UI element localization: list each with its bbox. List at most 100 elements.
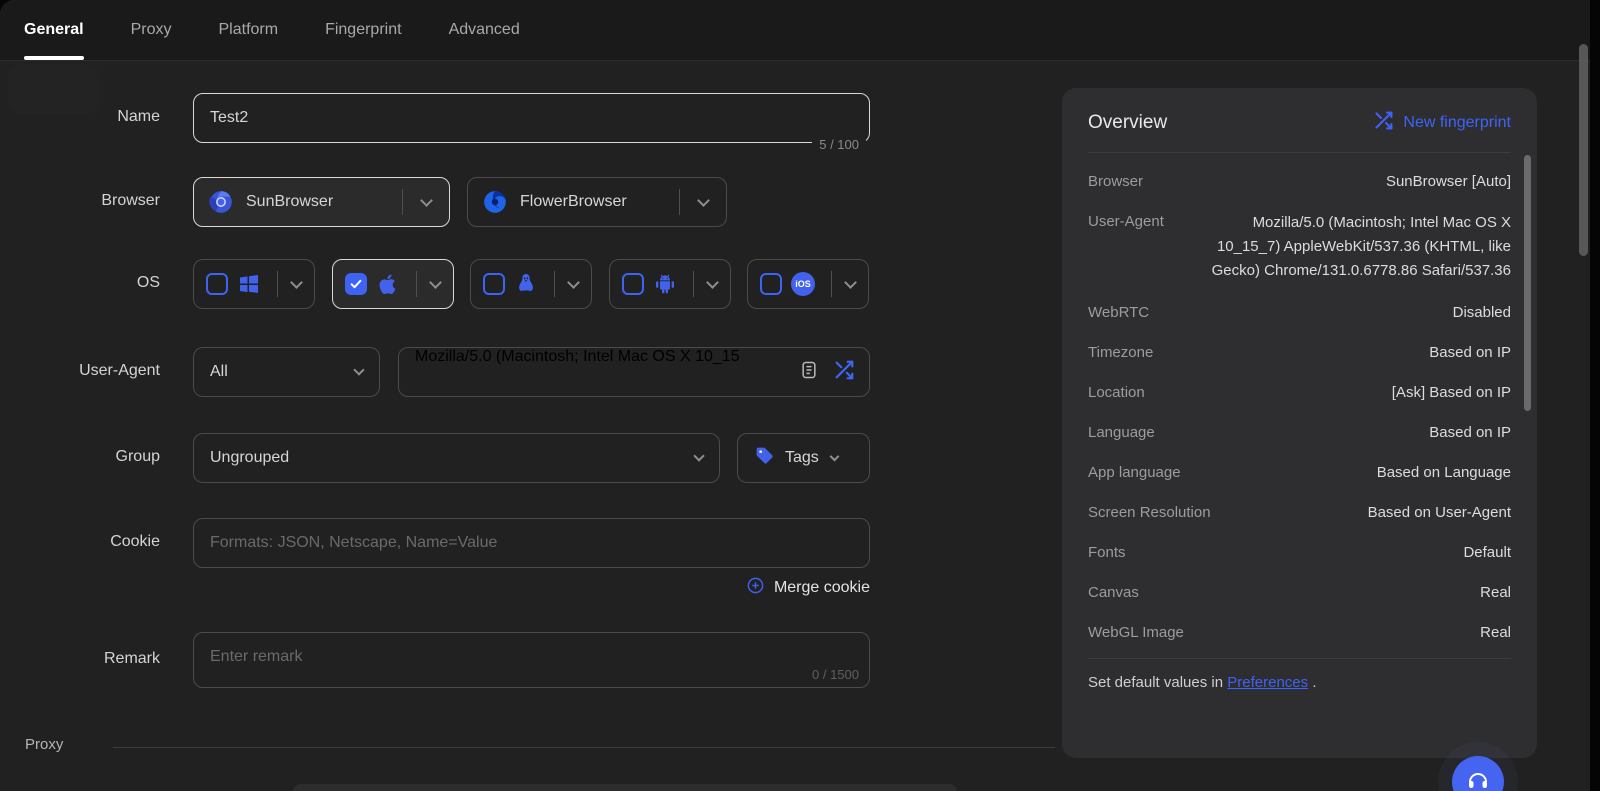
os-option-macos[interactable] [332, 259, 454, 309]
chevron-down-icon [697, 194, 710, 207]
overview-row-app-language: App language Based on Language [1088, 452, 1511, 492]
tab-fingerprint[interactable]: Fingerprint [325, 0, 401, 60]
group-select[interactable]: Ungrouped [193, 433, 720, 483]
name-label: Name [0, 108, 160, 126]
proxy-section-divider [113, 747, 1055, 748]
macos-checkbox[interactable] [345, 273, 367, 295]
chevron-down-icon [420, 194, 433, 207]
apple-icon [376, 272, 400, 296]
overview-row-timezone: Timezone Based on IP [1088, 332, 1511, 372]
tags-dropdown[interactable]: Tags [737, 433, 870, 483]
overview-panel: Overview New fingerprint Browser SunBrow… [1062, 88, 1537, 758]
remark-counter: 0 / 1500 [812, 667, 859, 682]
macos-version-dropdown[interactable] [417, 260, 453, 308]
windows-icon [237, 272, 261, 296]
headset-icon [1466, 768, 1490, 791]
browser-option-flowerbrowser[interactable]: FlowerBrowser [467, 177, 727, 227]
browser-version-dropdown[interactable] [403, 178, 449, 226]
ios-checkbox[interactable] [760, 273, 782, 295]
flowerbrowser-logo-icon [482, 189, 508, 215]
tab-platform[interactable]: Platform [219, 0, 279, 60]
preferences-link[interactable]: Preferences [1227, 674, 1308, 691]
proxy-section-label: Proxy [25, 736, 63, 753]
plus-circle-icon [746, 576, 765, 600]
check-icon [349, 277, 363, 291]
chevron-down-icon [844, 276, 857, 289]
merge-cookie-button[interactable]: Merge cookie [600, 576, 870, 600]
overview-row-webrtc: WebRTC Disabled [1088, 292, 1511, 332]
cookie-input[interactable] [193, 518, 870, 568]
ios-icon: iOS [791, 272, 815, 296]
overview-row-screen-resolution: Screen Resolution Based on User-Agent [1088, 492, 1511, 532]
windows-version-dropdown[interactable] [278, 260, 314, 308]
group-label: Group [0, 448, 160, 466]
sunbrowser-logo-icon [208, 189, 234, 215]
overview-row-canvas: Canvas Real [1088, 572, 1511, 612]
remark-textarea[interactable] [194, 633, 869, 687]
shuffle-icon [1373, 110, 1394, 136]
chevron-down-icon [567, 276, 580, 289]
chevron-down-icon [829, 451, 839, 461]
ios-version-dropdown[interactable] [832, 260, 868, 308]
scrolled-element-ghost [8, 64, 100, 114]
user-agent-field-wrap: Mozilla/5.0 (Macintosh; Intel Mac OS X 1… [398, 347, 870, 397]
user-agent-filter-select[interactable]: All [193, 347, 380, 397]
android-checkbox[interactable] [622, 273, 644, 295]
browser-option-label: SunBrowser [246, 193, 402, 211]
proxy-control-partial [293, 784, 957, 791]
os-option-linux[interactable] [470, 259, 592, 309]
linux-checkbox[interactable] [483, 273, 505, 295]
cookie-label: Cookie [0, 533, 160, 551]
group-value: Ungrouped [210, 449, 289, 467]
android-version-dropdown[interactable] [694, 260, 730, 308]
name-input[interactable] [193, 93, 870, 143]
new-fingerprint-button[interactable]: New fingerprint [1373, 110, 1511, 136]
tags-label: Tags [785, 449, 819, 467]
user-agent-shuffle-icon[interactable] [833, 359, 855, 386]
overview-row-user-agent: User-Agent Mozilla/5.0 (Macintosh; Intel… [1088, 201, 1511, 292]
tag-icon [754, 445, 775, 471]
app-window: General Proxy Platform Fingerprint Advan… [0, 0, 1590, 791]
browser-option-sunbrowser[interactable]: SunBrowser [193, 177, 450, 227]
tab-advanced[interactable]: Advanced [449, 0, 520, 60]
overview-row-location: Location [Ask] Based on IP [1088, 372, 1511, 412]
chevron-down-icon [290, 276, 303, 289]
chevron-down-icon [429, 276, 442, 289]
overview-row-fonts: Fonts Default [1088, 532, 1511, 572]
remark-label: Remark [0, 650, 160, 668]
windows-checkbox[interactable] [206, 273, 228, 295]
android-icon [653, 272, 677, 296]
overview-row-webgl-image: WebGL Image Real [1088, 612, 1511, 659]
name-field-wrap: 5 / 100 [193, 93, 870, 143]
browser-version-dropdown[interactable] [680, 178, 726, 226]
user-agent-copy-icon[interactable] [799, 360, 819, 385]
user-agent-filter-value: All [210, 363, 228, 381]
overview-row-language: Language Based on IP [1088, 412, 1511, 452]
os-option-windows[interactable] [193, 259, 315, 309]
browser-option-label: FlowerBrowser [520, 193, 679, 211]
chevron-down-icon [693, 450, 704, 461]
tab-bar: General Proxy Platform Fingerprint Advan… [0, 0, 1590, 61]
overview-footer: Set default values in Preferences . [1088, 674, 1511, 691]
os-option-android[interactable] [609, 259, 731, 309]
overview-row-browser: Browser SunBrowser [Auto] [1088, 161, 1511, 201]
user-agent-label: User-Agent [0, 362, 160, 380]
os-label: OS [0, 274, 160, 292]
overview-title: Overview [1088, 112, 1167, 134]
new-fingerprint-label: New fingerprint [1403, 114, 1511, 132]
overview-divider [1088, 152, 1511, 153]
support-button[interactable] [1452, 756, 1504, 791]
name-counter: 5 / 100 [812, 137, 866, 152]
linux-version-dropdown[interactable] [555, 260, 591, 308]
chevron-down-icon [706, 276, 719, 289]
chevron-down-icon [353, 364, 364, 375]
tab-general[interactable]: General [24, 0, 84, 60]
merge-cookie-label: Merge cookie [774, 579, 870, 597]
linux-icon [514, 272, 538, 296]
os-option-ios[interactable]: iOS [747, 259, 869, 309]
page-scrollbar-thumb[interactable] [1579, 44, 1588, 256]
overview-scrollbar-thumb[interactable] [1524, 155, 1531, 411]
tab-proxy[interactable]: Proxy [131, 0, 172, 60]
remark-field-wrap: 0 / 1500 [193, 632, 870, 688]
browser-label: Browser [0, 192, 160, 210]
